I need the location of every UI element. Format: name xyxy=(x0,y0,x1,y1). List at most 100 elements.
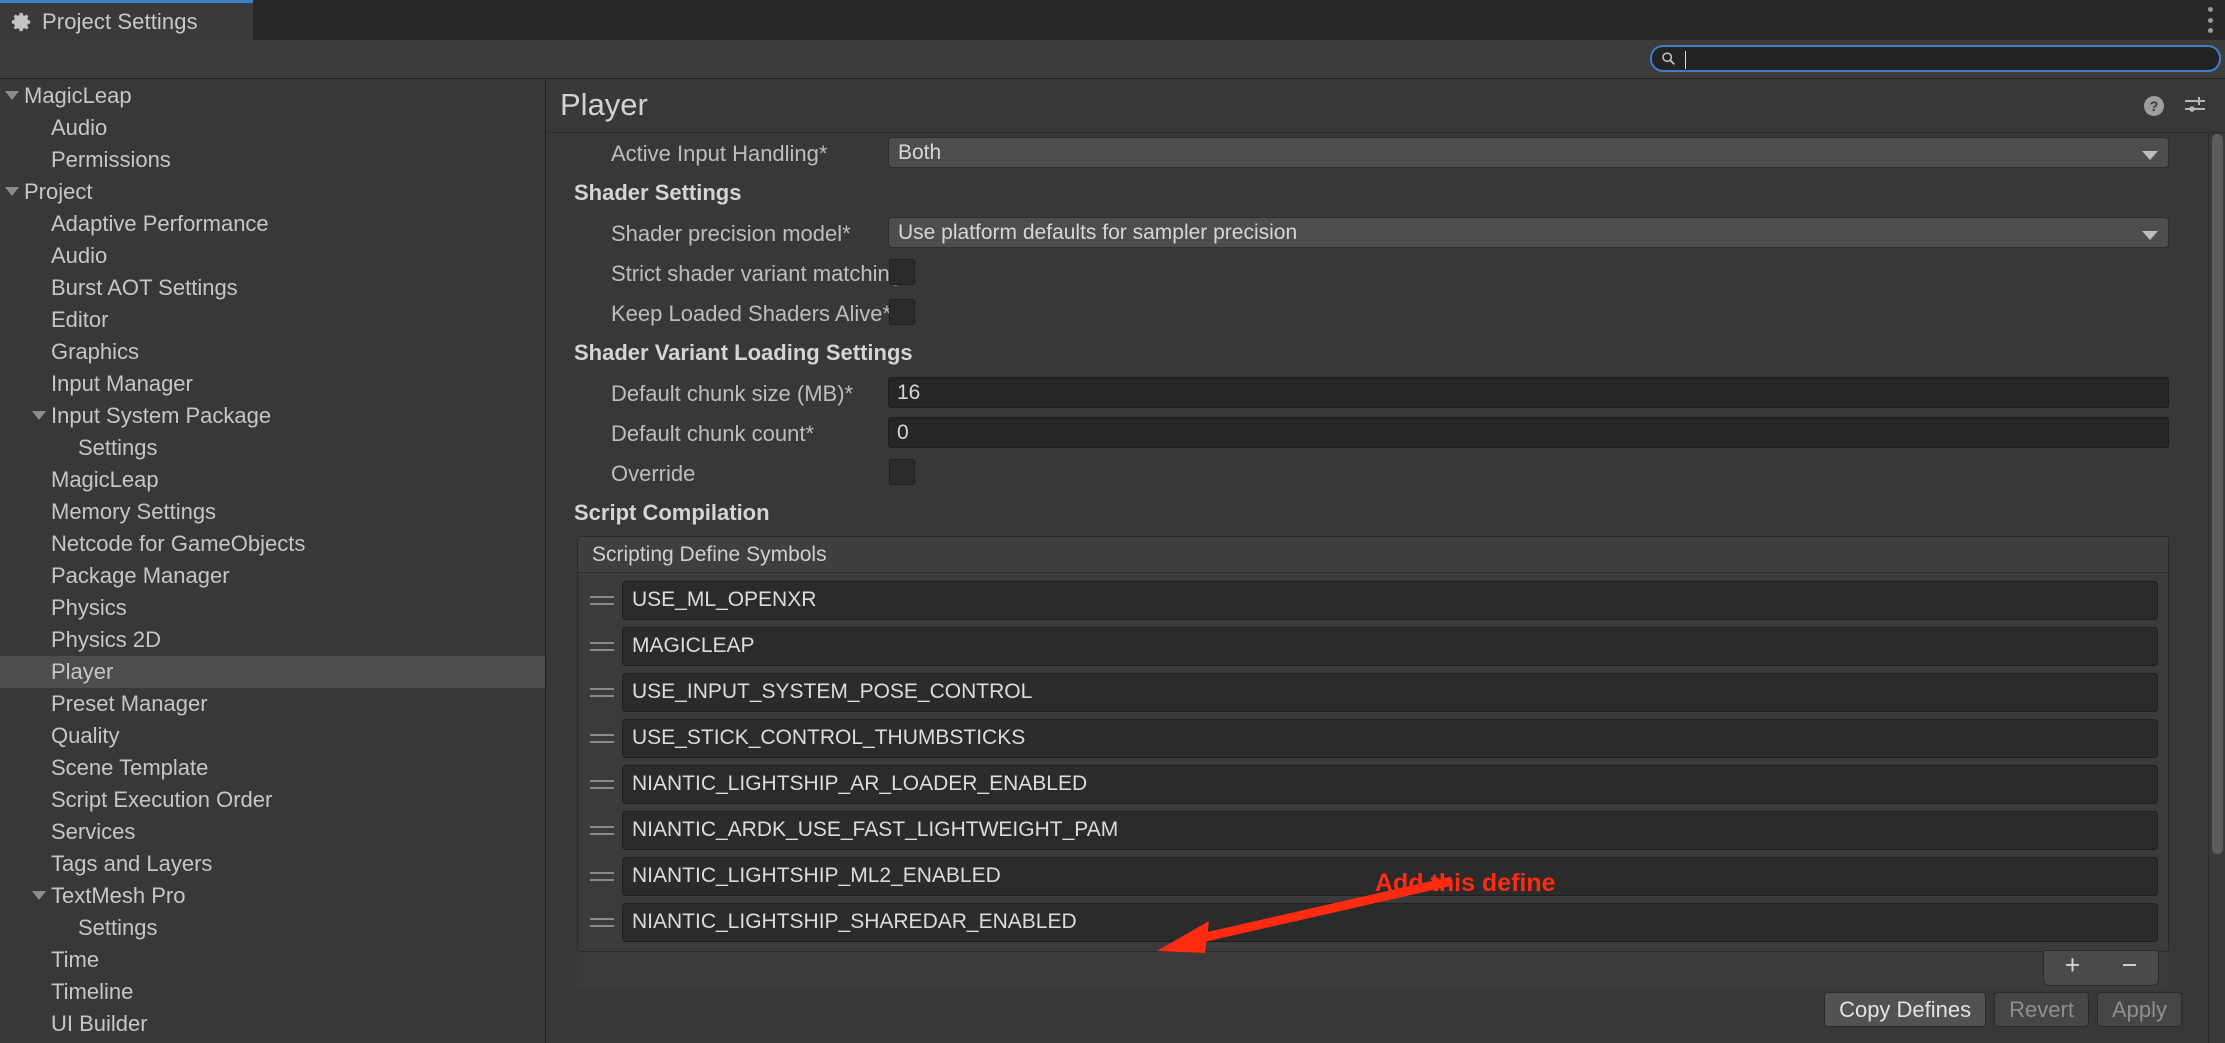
field-value: 16 xyxy=(897,381,921,404)
sidebar-item-services[interactable]: Services xyxy=(0,816,545,848)
define-input[interactable]: NIANTIC_ARDK_USE_FAST_LIGHTWEIGHT_PAM xyxy=(622,810,2158,850)
define-row: USE_INPUT_SYSTEM_POSE_CONTROL xyxy=(578,669,2168,715)
sidebar-item-preset-manager[interactable]: Preset Manager xyxy=(0,688,545,720)
sidebar-item-label: TextMesh Pro xyxy=(51,883,186,908)
sidebar-item-project[interactable]: Project xyxy=(0,176,545,208)
settings-sidebar[interactable]: MagicLeap Audio Permissions Project Adaptive… xyxy=(0,80,546,1043)
sidebar-item-audio[interactable]: Audio xyxy=(0,240,545,272)
help-icon[interactable]: ? xyxy=(2142,94,2166,118)
sidebar-item-label: Time xyxy=(51,947,100,972)
field-value: Use platform defaults for sampler precis… xyxy=(898,221,1298,244)
sidebar-item-editor[interactable]: Editor xyxy=(0,304,545,336)
svg-text:?: ? xyxy=(2150,98,2159,114)
expand-arrow-icon[interactable] xyxy=(32,411,46,420)
sidebar-item-audio[interactable]: Audio xyxy=(0,112,545,144)
sidebar-item-label: Player xyxy=(51,659,114,684)
chevron-down-icon[interactable] xyxy=(2142,151,2158,160)
settings-row-default-chunk-count: Default chunk count* 0 xyxy=(547,413,2198,453)
annotation-label: Add this define xyxy=(1375,869,1556,897)
define-input[interactable]: NIANTIC_LIGHTSHIP_AR_LOADER_ENABLED xyxy=(622,764,2158,804)
sidebar-item-time[interactable]: Time xyxy=(0,944,545,976)
defines-list-header: Scripting Define Symbols xyxy=(578,537,2168,573)
sidebar-item-package-manager[interactable]: Package Manager xyxy=(0,560,545,592)
sidebar-item-permissions[interactable]: Permissions xyxy=(0,144,545,176)
input-default-chunk-count[interactable]: 0 xyxy=(888,417,2169,448)
sidebar-item-input-manager[interactable]: Input Manager xyxy=(0,368,545,400)
vertical-scrollbar[interactable] xyxy=(2208,134,2225,1043)
section-title: Shader Variant Loading Settings xyxy=(574,340,913,365)
search-input[interactable] xyxy=(1680,47,2219,70)
sidebar-item-quality[interactable]: Quality xyxy=(0,720,545,752)
copy-defines-button[interactable]: Copy Defines xyxy=(1824,992,1987,1027)
sidebar-item-settings[interactable]: Settings xyxy=(0,912,545,944)
sidebar-item-tags-and-layers[interactable]: Tags and Layers xyxy=(0,848,545,880)
checkbox-strict-shader-variant-matching[interactable] xyxy=(889,259,915,285)
define-input[interactable]: USE_STICK_CONTROL_THUMBSTICKS xyxy=(622,718,2158,758)
sidebar-item-adaptive-performance[interactable]: Adaptive Performance xyxy=(0,208,545,240)
sidebar-item-netcode-for-gameobjects[interactable]: Netcode for GameObjects xyxy=(0,528,545,560)
sidebar-item-input-system-package[interactable]: Input System Package xyxy=(0,400,545,432)
drag-handle-icon[interactable] xyxy=(590,869,614,883)
dropdown-active-input-handling[interactable]: Both xyxy=(888,137,2169,168)
expand-arrow-icon[interactable] xyxy=(32,891,46,900)
define-value: USE_INPUT_SYSTEM_POSE_CONTROL xyxy=(632,680,1033,703)
sidebar-item-timeline[interactable]: Timeline xyxy=(0,976,545,1008)
panel-header: Player ? xyxy=(547,80,2225,133)
apply-button[interactable]: Apply xyxy=(2096,992,2182,1027)
checkbox-keep-loaded-shaders-alive[interactable] xyxy=(889,299,915,325)
sidebar-item-magicleap[interactable]: MagicLeap xyxy=(0,464,545,496)
sidebar-item-ui-builder[interactable]: UI Builder xyxy=(0,1008,545,1040)
revert-button[interactable]: Revert xyxy=(1994,992,2089,1027)
search-box[interactable] xyxy=(1650,45,2221,72)
sidebar-item-textmesh-pro[interactable]: TextMesh Pro xyxy=(0,880,545,912)
field-value: 0 xyxy=(897,421,909,444)
sidebar-item-scene-template[interactable]: Scene Template xyxy=(0,752,545,784)
sidebar-item-burst-aot-settings[interactable]: Burst AOT Settings xyxy=(0,272,545,304)
field-label: Default chunk size (MB)* xyxy=(611,381,854,406)
sidebar-item-physics[interactable]: Physics xyxy=(0,592,545,624)
define-row: NIANTIC_LIGHTSHIP_SHAREDAR_ENABLED xyxy=(578,899,2168,945)
action-buttons: Copy Defines Revert Apply xyxy=(1824,992,2182,1027)
sidebar-item-physics-2d[interactable]: Physics 2D xyxy=(0,624,545,656)
checkbox-override[interactable] xyxy=(889,459,915,485)
sidebar-item-memory-settings[interactable]: Memory Settings xyxy=(0,496,545,528)
sidebar-item-graphics[interactable]: Graphics xyxy=(0,336,545,368)
define-input[interactable]: NIANTIC_LIGHTSHIP_SHAREDAR_ENABLED xyxy=(622,902,2158,942)
field-label: Default chunk count* xyxy=(611,421,815,446)
drag-handle-icon[interactable] xyxy=(590,685,614,699)
remove-define-button[interactable]: − xyxy=(2107,952,2153,984)
sidebar-item-label: Physics xyxy=(51,595,127,620)
input-default-chunk-size-mb[interactable]: 16 xyxy=(888,377,2169,408)
expand-arrow-icon[interactable] xyxy=(5,91,19,100)
define-row: NIANTIC_ARDK_USE_FAST_LIGHTWEIGHT_PAM xyxy=(578,807,2168,853)
vertical-scrollbar-thumb[interactable] xyxy=(2212,134,2223,854)
define-value: USE_STICK_CONTROL_THUMBSTICKS xyxy=(632,726,1026,749)
sidebar-item-label: Editor xyxy=(51,307,109,332)
add-define-button[interactable]: + xyxy=(2050,952,2096,984)
define-input[interactable]: USE_INPUT_SYSTEM_POSE_CONTROL xyxy=(622,672,2158,712)
drag-handle-icon[interactable] xyxy=(590,639,614,653)
drag-handle-icon[interactable] xyxy=(590,593,614,607)
chevron-down-icon[interactable] xyxy=(2142,231,2158,240)
dropdown-shader-precision-model[interactable]: Use platform defaults for sampler precis… xyxy=(888,217,2169,248)
sidebar-item-player[interactable]: Player xyxy=(0,656,545,688)
sidebar-item-magicleap[interactable]: MagicLeap xyxy=(0,80,545,112)
preset-settings-icon[interactable] xyxy=(2183,94,2207,118)
drag-handle-icon[interactable] xyxy=(590,777,614,791)
drag-handle-icon[interactable] xyxy=(590,915,614,929)
drag-handle-icon[interactable] xyxy=(590,731,614,745)
player-settings-panel: Player ? Active Input Handling* Both Shade… xyxy=(547,80,2225,1043)
define-input[interactable]: MAGICLEAP xyxy=(622,626,2158,666)
expand-arrow-icon[interactable] xyxy=(5,187,19,196)
define-input[interactable]: USE_ML_OPENXR xyxy=(622,580,2158,620)
settings-row-shader-precision-model: Shader precision model* Use platform defa… xyxy=(547,213,2198,253)
sidebar-item-settings[interactable]: Settings xyxy=(0,432,545,464)
sidebar-item-script-execution-order[interactable]: Script Execution Order xyxy=(0,784,545,816)
tab-project-settings[interactable]: Project Settings xyxy=(0,0,253,40)
section-header-shader-variant-loading-settings: Shader Variant Loading Settings xyxy=(547,333,2198,373)
tab-label: Project Settings xyxy=(42,8,198,34)
field-value: Both xyxy=(898,141,942,164)
kebab-menu-icon[interactable] xyxy=(2202,7,2218,33)
drag-handle-icon[interactable] xyxy=(590,823,614,837)
sidebar-item-label: Settings xyxy=(78,915,158,940)
